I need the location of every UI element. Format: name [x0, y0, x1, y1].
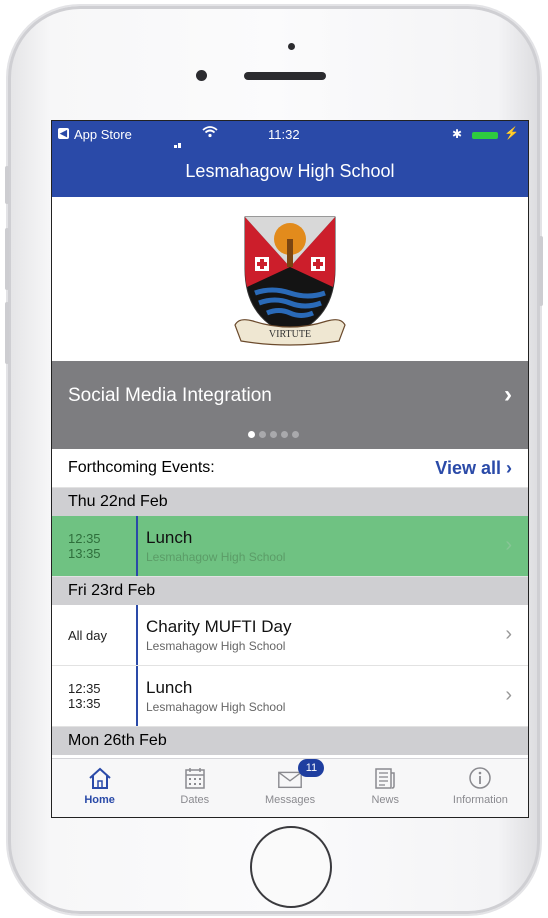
- view-all-label: View all: [435, 457, 501, 478]
- tab-bar: Home Dates 11 Messages News Information: [52, 758, 528, 817]
- app-screen: ◀ App Store 11:32 ✱ ⚡ Lesmahagow High Sc…: [51, 120, 529, 818]
- mute-switch: [5, 166, 9, 204]
- tab-label: Home: [84, 794, 115, 806]
- tab-label: Dates: [180, 794, 210, 806]
- newspaper-icon: [371, 765, 399, 791]
- app-title: Lesmahagow High School: [185, 161, 395, 181]
- tab-label: News: [371, 794, 399, 806]
- page-dot: [292, 431, 299, 438]
- banner-label: Social Media Integration: [68, 385, 272, 406]
- school-crest-logo: VIRTUTE: [234, 216, 346, 346]
- tab-news[interactable]: News: [338, 759, 433, 817]
- earpiece-speaker: [244, 72, 326, 80]
- event-name: Lunch: [146, 528, 193, 547]
- app-header: ◀ App Store 11:32 ✱ ⚡ Lesmahagow High Sc…: [52, 121, 528, 197]
- crest-motto: VIRTUTE: [269, 329, 311, 340]
- wifi-icon: [202, 125, 218, 141]
- event-end-time: 13:35: [68, 546, 101, 561]
- chevron-right-icon: ›: [506, 457, 512, 478]
- day-header: Thu 22nd Feb: [52, 488, 528, 516]
- day-header: Mon 26th Feb: [52, 727, 528, 755]
- phone-frame: ◀ App Store 11:32 ✱ ⚡ Lesmahagow High Sc…: [5, 6, 543, 914]
- event-times: All day: [52, 605, 136, 665]
- event-times: 12:35 13:35: [52, 516, 136, 576]
- chevron-right-icon: ›: [505, 623, 512, 645]
- page-dot: [259, 431, 266, 438]
- tab-label: Messages: [264, 794, 316, 806]
- status-bar: ◀ App Store 11:32 ✱ ⚡: [52, 121, 528, 149]
- school-crest-area: VIRTUTE: [52, 197, 528, 361]
- event-info: Charity MUFTI Day Lesmahagow High School: [138, 605, 291, 665]
- event-info: Lunch Lesmahagow High School: [138, 516, 285, 576]
- event-location: Lesmahagow High School: [146, 550, 286, 564]
- event-end-time: 13:35: [68, 696, 101, 711]
- event-start-time: 12:35: [68, 681, 101, 696]
- info-icon: [466, 765, 494, 791]
- event-row[interactable]: 12:35 13:35 Lunch Lesmahagow High School…: [52, 666, 528, 727]
- tab-dates[interactable]: Dates: [147, 759, 242, 817]
- home-icon: [86, 765, 114, 791]
- charging-icon: ⚡: [504, 126, 519, 140]
- view-all-link[interactable]: View all ›: [435, 458, 512, 479]
- event-row[interactable]: 12:35 13:35 Lunch Lesmahagow High School…: [52, 516, 528, 577]
- volume-up-button: [5, 228, 9, 290]
- page-dot: [270, 431, 277, 438]
- event-location: Lesmahagow High School: [146, 700, 286, 714]
- event-row[interactable]: All day Charity MUFTI Day Lesmahagow Hig…: [52, 605, 528, 666]
- tab-label: Information: [452, 794, 508, 806]
- event-name: Charity MUFTI Day: [146, 617, 292, 636]
- social-media-banner[interactable]: Social Media Integration ›: [52, 361, 528, 449]
- status-time: 11:32: [268, 127, 300, 142]
- page-dot: [248, 431, 255, 438]
- calendar-icon: [181, 765, 209, 791]
- event-start-time: All day: [68, 627, 108, 643]
- chevron-right-icon: ›: [505, 534, 512, 556]
- event-start-time: 12:35: [68, 531, 101, 546]
- page-dot: [281, 431, 288, 438]
- bluetooth-icon: ✱: [452, 127, 463, 141]
- tab-home[interactable]: Home: [52, 759, 147, 817]
- event-times: 12:35 13:35: [52, 666, 136, 726]
- page-indicator[interactable]: [248, 431, 299, 438]
- sensor-dot: [288, 43, 295, 50]
- forthcoming-events-label: Forthcoming Events:: [68, 459, 215, 476]
- tab-information[interactable]: Information: [433, 759, 528, 817]
- back-to-app-label[interactable]: App Store: [74, 127, 132, 142]
- forthcoming-events-header: Forthcoming Events: View all ›: [52, 449, 528, 488]
- chevron-right-icon: ›: [504, 381, 512, 408]
- event-info: Lunch Lesmahagow High School: [138, 666, 285, 726]
- power-button: [539, 236, 543, 306]
- volume-down-button: [5, 302, 9, 364]
- back-arrow-icon[interactable]: ◀: [58, 128, 69, 139]
- chevron-right-icon: ›: [505, 684, 512, 706]
- day-header: Fri 23rd Feb: [52, 577, 528, 605]
- tab-messages[interactable]: 11 Messages: [242, 759, 337, 817]
- home-hardware-button[interactable]: [250, 826, 332, 908]
- event-name: Lunch: [146, 678, 193, 697]
- front-camera: [196, 70, 207, 81]
- event-location: Lesmahagow High School: [146, 639, 286, 653]
- battery-icon: [472, 132, 498, 139]
- signal-icon: [174, 133, 182, 148]
- messages-badge: 11: [298, 759, 325, 777]
